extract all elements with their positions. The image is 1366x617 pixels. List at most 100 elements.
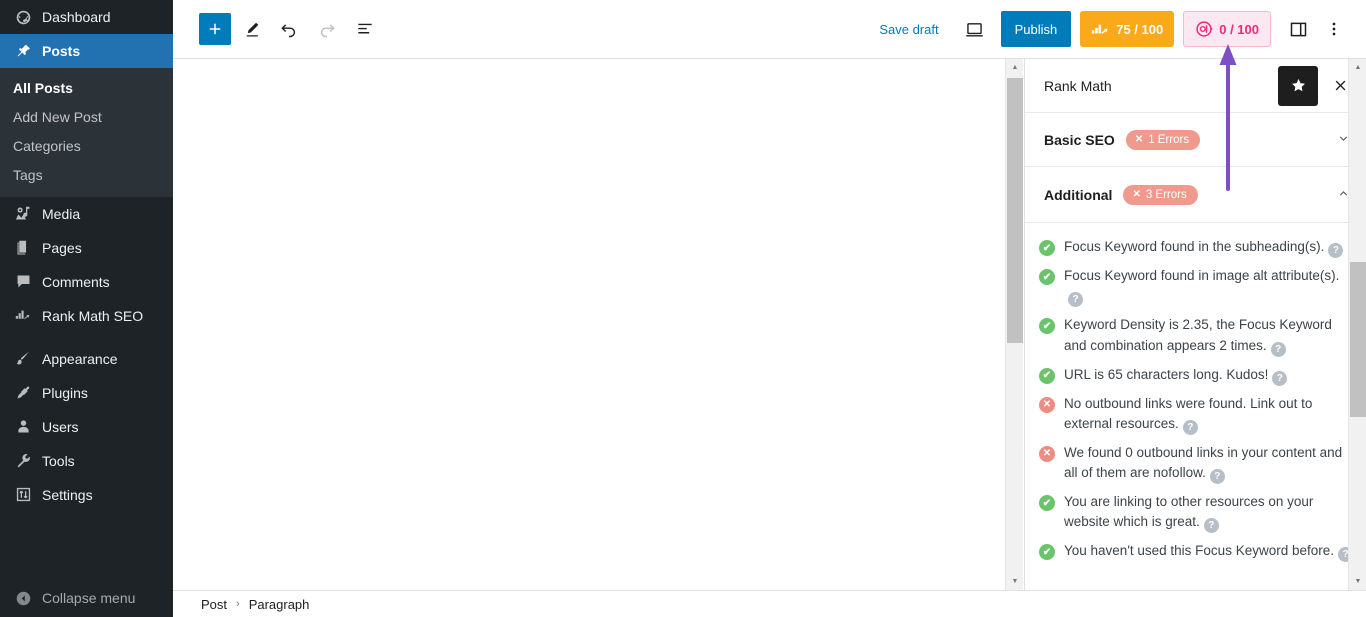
checklist-item-text: We found 0 outbound links in your conten… [1064,444,1343,484]
media-icon [13,204,33,224]
panel-scroll-up-arrow[interactable]: ▲ [1349,59,1366,76]
help-icon[interactable]: ? [1203,518,1219,534]
collapse-arrow-icon [13,588,33,608]
panel-toggle-icon [1290,22,1306,36]
sidebar-item-users[interactable]: Users [0,410,173,444]
more-options-button[interactable] [1316,11,1352,47]
help-icon[interactable]: ? [1182,419,1198,435]
error-x-icon: ✕ [1132,189,1141,200]
collapse-menu-label: Collapse menu [42,590,136,606]
section-additional[interactable]: Additional ✕ 3 Errors [1025,167,1366,223]
sidebar-item-tools[interactable]: Tools [0,444,173,478]
posts-submenu: All Posts Add New Post Categories Tags [0,68,173,197]
check-circle-icon: ✔ [1039,544,1055,561]
toolbar-left-group [173,11,383,47]
sidebar-item-plugins[interactable]: Plugins [0,376,173,410]
plug-icon [13,383,33,403]
rank-math-panel-title: Rank Math [1044,77,1112,94]
save-draft-button[interactable]: Save draft [867,16,950,43]
submenu-item-add-new-post[interactable]: Add New Post [0,103,173,132]
document-overview-icon [358,23,372,34]
wrench-icon [13,451,33,471]
edit-tool-button[interactable] [233,11,269,47]
editor-scroll-up-arrow[interactable]: ▲ [1006,59,1024,76]
panel-scroll-thumb[interactable] [1350,262,1366,417]
sidebar-label: Rank Math SEO [42,307,144,324]
checklist-item-text: Focus Keyword found in image alt attribu… [1064,268,1340,308]
section-title: Basic SEO [1044,131,1115,148]
sidebar-label: Appearance [42,350,118,367]
checklist-item-text: Focus Keyword found in the subheading(s)… [1064,237,1354,258]
star-icon [1291,78,1305,92]
sidebar-item-rank-math-seo[interactable]: Rank Math SEO [0,299,173,333]
check-circle-icon: ✔ [1039,318,1055,335]
seo-score-value: 75 / 100 [1116,21,1164,37]
breadcrumb-item[interactable]: Paragraph [249,597,310,612]
editor-scrollbar[interactable]: ▲ ▼ [1005,59,1023,590]
publish-button[interactable]: Publish [1000,11,1072,47]
help-icon[interactable]: ? [1328,243,1344,258]
check-circle-icon: ✔ [1039,495,1055,511]
edit-tool-icon [246,22,258,36]
error-circle-icon: ✕ [1039,396,1055,413]
document-overview-button[interactable] [347,11,383,47]
section-title: Additional [1044,186,1113,203]
editor-scroll-thumb[interactable] [1007,78,1023,343]
help-icon[interactable]: ? [1270,341,1286,357]
check-circle-icon: ✔ [1039,269,1055,285]
sidebar-label: Plugins [42,384,88,401]
breadcrumb-separator: › [236,598,240,610]
checklist-item-text: URL is 65 characters long. Kudos!? [1064,365,1354,386]
section-basic-seo[interactable]: Basic SEO ✕ 1 Errors [1025,113,1366,167]
editor-toolbar: Save draft Publish 75 / 100 0 / 100 [173,0,1366,59]
pin-icon [13,41,33,61]
checklist-item-text: You haven't used this Focus Keyword befo… [1064,541,1354,563]
help-icon[interactable]: ? [1272,370,1288,386]
editor-canvas[interactable] [173,59,1024,590]
error-circle-icon: ✕ [1039,445,1055,462]
breadcrumb-item[interactable]: Post [201,597,227,612]
sidebar-label: Tools [42,452,75,469]
help-icon[interactable]: ? [1209,469,1225,484]
submenu-item-all-posts[interactable]: All Posts [0,74,173,103]
undo-button[interactable] [271,11,307,47]
sidebar-item-media[interactable]: Media [0,197,173,231]
checklist-item: ✕ We found 0 outbound links in your conte… [1039,443,1354,492]
editor-scroll-down-arrow[interactable]: ▼ [1006,573,1024,590]
error-x-icon: ✕ [1134,134,1144,145]
rankmath-icon [13,306,33,326]
sidebar-item-posts[interactable]: Posts [0,34,173,68]
additional-checklist: ✔ Focus Keyword found in the subheading(s… [1025,223,1366,576]
submenu-item-categories[interactable]: Categories [0,132,173,161]
add-block-button[interactable] [199,13,231,45]
redo-button[interactable] [309,11,345,47]
kebab-menu-icon [1332,22,1336,36]
sidebar-item-pages[interactable]: Pages [0,231,173,265]
sidebar-item-dashboard[interactable]: Dashboard [0,0,173,34]
collapse-menu-button[interactable]: Collapse menu [0,579,173,617]
help-icon[interactable]: ? [1068,292,1083,308]
rank-math-seo-panel: Rank Math Basic SEO ✕ 1 Errors Additiona… [1024,59,1366,590]
sidebar-item-appearance[interactable]: Appearance [0,342,173,376]
content-ai-score-button[interactable]: 0 / 100 [1183,11,1271,47]
toolbar-right-group: Save draft Publish 75 / 100 0 / 100 [867,11,1366,47]
rankmath-logo-icon [1092,24,1108,34]
panel-scroll-down-arrow[interactable]: ▼ [1349,573,1366,590]
submenu-item-tags[interactable]: Tags [0,161,173,190]
sidebar-item-comments[interactable]: Comments [0,265,173,299]
additional-error-badge: ✕ 3 Errors [1123,184,1198,205]
sidebar-item-settings[interactable]: Settings [0,478,173,512]
panel-scrollbar[interactable]: ▲ ▼ [1348,59,1366,590]
sidebar-label: Pages [42,239,82,256]
redo-icon [320,24,335,38]
star-button[interactable] [1278,65,1318,106]
checklist-item: ✕ No outbound links were found. Link out … [1039,394,1354,443]
checklist-item: ✔ You are linking to other resources on y… [1039,492,1354,541]
settings-sidebar-toggle-button[interactable] [1280,11,1316,47]
seo-score-button[interactable]: 75 / 100 [1080,11,1175,47]
sidebar-label: Posts [42,43,81,59]
preview-button[interactable] [957,11,993,47]
sidebar-label: Media [42,205,81,222]
panel-header-actions [1278,65,1358,106]
sidebar-label: Settings [42,486,93,503]
